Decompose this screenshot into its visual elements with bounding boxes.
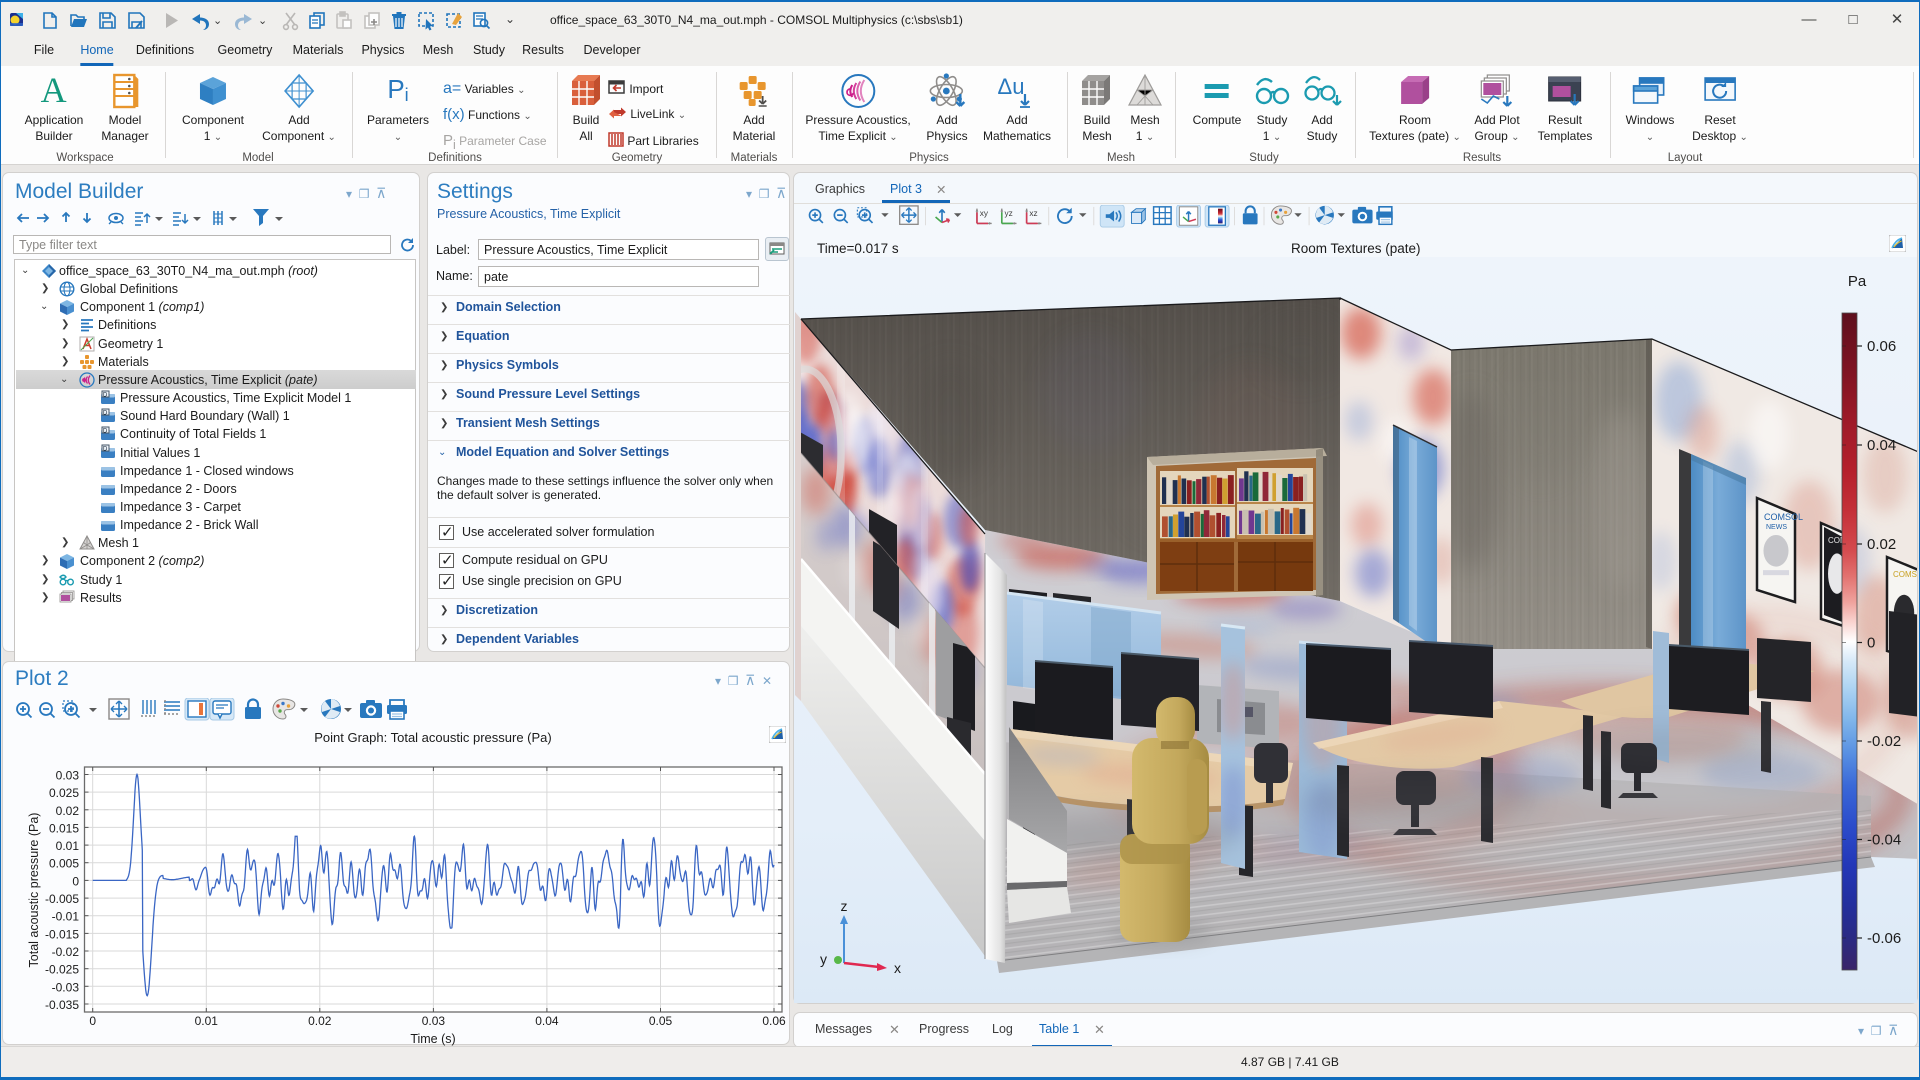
svg-text:-0.01: -0.01	[52, 910, 80, 924]
svg-text:0.015: 0.015	[49, 821, 79, 835]
svg-text:COMSOL: COMSOL	[1893, 570, 1917, 579]
svg-text:xy: xy	[980, 209, 989, 218]
svg-text:0: 0	[1867, 635, 1875, 652]
svg-text:Pi: Pi	[387, 74, 408, 105]
svg-text:-0.04: -0.04	[1867, 832, 1901, 849]
svg-text:⌄: ⌄	[258, 15, 267, 27]
svg-text:Total acoustic pressure (Pa): Total acoustic pressure (Pa)	[27, 813, 41, 968]
svg-text:0.01: 0.01	[56, 839, 80, 853]
svg-text:A: A	[41, 72, 67, 110]
svg-text:0.01: 0.01	[195, 1014, 219, 1028]
svg-text:0.04: 0.04	[1867, 437, 1896, 454]
svg-text:-0.02: -0.02	[1867, 733, 1901, 750]
svg-text:0: 0	[72, 874, 79, 888]
svg-text:y: y	[820, 951, 827, 967]
svg-text:-0.035: -0.035	[45, 998, 79, 1012]
svg-text:Time (s): Time (s)	[410, 1032, 455, 1046]
svg-text:0.005: 0.005	[49, 857, 79, 871]
svg-text:yz: yz	[1005, 209, 1013, 218]
svg-text:-0.03: -0.03	[52, 980, 80, 994]
svg-text:x: x	[894, 960, 901, 976]
svg-text:NEWS: NEWS	[1766, 524, 1787, 531]
svg-text:-0.015: -0.015	[45, 927, 79, 941]
svg-text:0.04: 0.04	[535, 1014, 559, 1028]
svg-text:D: D	[103, 447, 108, 453]
svg-text:Δu: Δu	[998, 74, 1025, 99]
svg-text:⌄: ⌄	[505, 12, 515, 26]
svg-text:0.02: 0.02	[308, 1014, 332, 1028]
svg-text:0.02: 0.02	[56, 804, 80, 818]
svg-text:0: 0	[89, 1014, 96, 1028]
svg-text:COMSOL: COMSOL	[1764, 512, 1803, 522]
svg-text:0.03: 0.03	[422, 1014, 446, 1028]
svg-text:Pa: Pa	[1848, 273, 1867, 290]
svg-text:⌄: ⌄	[213, 15, 222, 27]
svg-text:D: D	[103, 411, 108, 417]
svg-text:0.06: 0.06	[762, 1014, 786, 1028]
svg-text:-0.025: -0.025	[45, 963, 79, 977]
svg-text:-0.06: -0.06	[1867, 930, 1901, 947]
svg-text:0.03: 0.03	[56, 769, 80, 783]
svg-text:-0.02: -0.02	[52, 945, 80, 959]
svg-text:xz: xz	[1029, 209, 1037, 218]
svg-text:0.025: 0.025	[49, 786, 79, 800]
svg-text:0.05: 0.05	[649, 1014, 673, 1028]
svg-text:0.02: 0.02	[1867, 536, 1896, 553]
svg-text:D: D	[103, 393, 108, 399]
svg-text:-0.005: -0.005	[45, 892, 79, 906]
svg-text:z: z	[841, 898, 848, 914]
svg-text:0.06: 0.06	[1867, 338, 1896, 355]
svg-text:D: D	[103, 429, 108, 435]
